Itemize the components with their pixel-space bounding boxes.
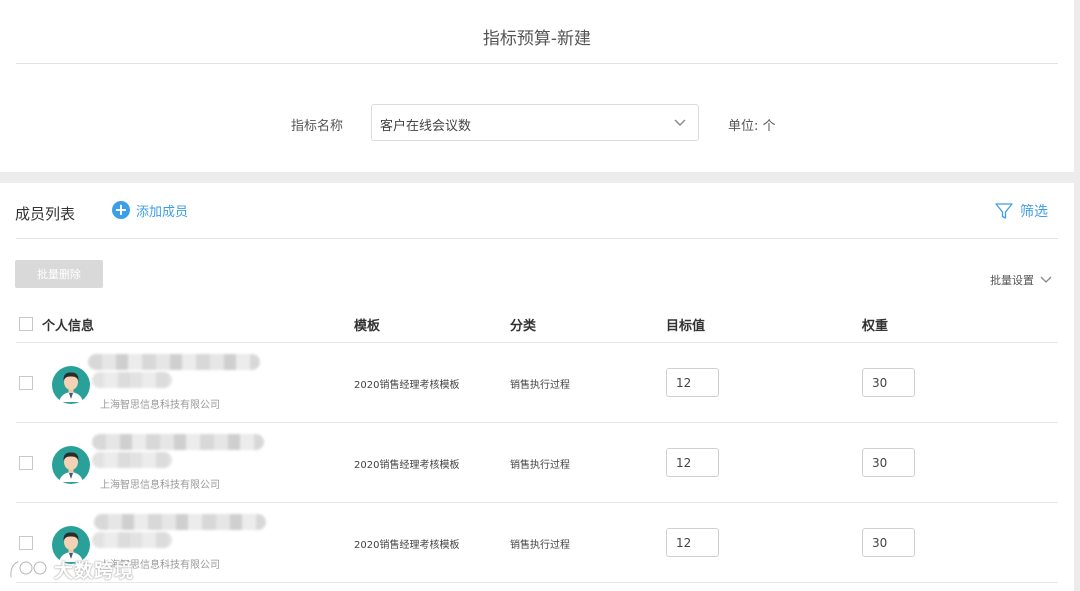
- table-row: 上海智思信息科技有限公司 2020销售经理考核模板 销售执行过程: [16, 503, 1058, 583]
- company-name: 上海智思信息科技有限公司: [100, 480, 220, 491]
- metric-name-label: 指标名称: [291, 119, 344, 134]
- header-category: 分类: [510, 319, 537, 334]
- target-value-input[interactable]: [666, 528, 719, 557]
- template-cell: 2020销售经理考核模板: [354, 540, 460, 551]
- header-target: 目标值: [666, 319, 706, 334]
- weight-input[interactable]: [862, 448, 915, 477]
- target-value-input[interactable]: [666, 448, 719, 477]
- member-list-title: 成员列表: [15, 205, 76, 223]
- template-cell: 2020销售经理考核模板: [354, 380, 460, 391]
- target-value-input[interactable]: [666, 368, 719, 397]
- template-cell: 2020销售经理考核模板: [354, 460, 460, 471]
- avatar: [52, 366, 90, 404]
- divider: [16, 238, 1058, 239]
- header-personal-info: 个人信息: [42, 319, 95, 334]
- company-name: 上海智思信息科技有限公司: [100, 400, 220, 411]
- category-cell: 销售执行过程: [510, 540, 570, 551]
- plus-circle-icon: +: [112, 201, 130, 219]
- filter-label: 筛选: [1020, 204, 1048, 220]
- filter-icon: [995, 203, 1013, 219]
- name-redacted: [92, 532, 172, 548]
- name-redacted: [92, 452, 172, 468]
- row-checkbox[interactable]: [19, 456, 33, 470]
- header-weight: 权重: [862, 319, 889, 334]
- add-member-label: 添加成员: [136, 204, 189, 220]
- name-redacted: [92, 434, 264, 450]
- batch-delete-button[interactable]: 批量删除: [15, 260, 103, 288]
- row-checkbox[interactable]: [19, 376, 33, 390]
- watermark-text: 大数跨境: [54, 560, 135, 582]
- header-template: 模板: [354, 319, 381, 334]
- filter-button[interactable]: 筛选: [994, 201, 1048, 221]
- add-member-button[interactable]: + 添加成员: [112, 199, 188, 221]
- name-redacted: [92, 372, 172, 388]
- category-cell: 销售执行过程: [510, 460, 570, 471]
- divider: [16, 63, 1058, 64]
- category-cell: 销售执行过程: [510, 380, 570, 391]
- page-title: 指标预算-新建: [482, 29, 592, 49]
- batch-settings-dropdown[interactable]: 批量设置: [990, 272, 1052, 288]
- avatar: [52, 446, 90, 484]
- watermark: 大数跨境: [8, 556, 134, 583]
- watermark-logo-icon: [9, 560, 48, 578]
- unit-text: 单位: 个: [728, 119, 776, 134]
- member-list-card: 成员列表 + 添加成员 筛选 批量删除 批量设置 个人信息 模板 分类 目标值 …: [0, 183, 1074, 591]
- name-redacted: [94, 514, 266, 530]
- table-header: 个人信息 模板 分类 目标值 权重: [16, 305, 1058, 343]
- table-row: 上海智思信息科技有限公司 2020销售经理考核模板 销售执行过程: [16, 343, 1058, 423]
- header-card: 指标预算-新建 指标名称 客户在线会议数 单位: 个: [0, 0, 1074, 172]
- metric-name-value: 客户在线会议数: [380, 119, 472, 134]
- name-redacted: [88, 354, 260, 370]
- select-all-checkbox[interactable]: [19, 317, 33, 331]
- batch-settings-label: 批量设置: [990, 274, 1034, 287]
- weight-input[interactable]: [862, 528, 915, 557]
- table-row: 上海智思信息科技有限公司 2020销售经理考核模板 销售执行过程: [16, 423, 1058, 503]
- row-checkbox[interactable]: [19, 536, 33, 550]
- weight-input[interactable]: [862, 368, 915, 397]
- metric-name-select[interactable]: 客户在线会议数: [371, 104, 699, 141]
- chevron-down-icon: [1040, 276, 1052, 283]
- chevron-down-icon: [674, 119, 686, 126]
